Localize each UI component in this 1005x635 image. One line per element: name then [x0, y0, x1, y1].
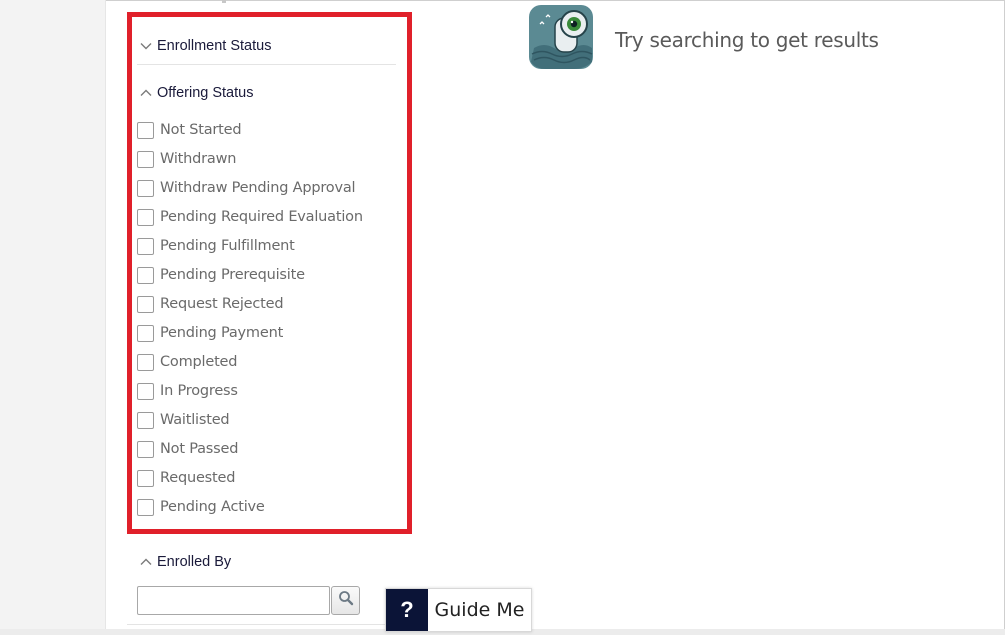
option-requested[interactable]: Requested: [137, 468, 235, 488]
checkbox[interactable]: [137, 440, 154, 458]
option-label: Pending Prerequisite: [160, 267, 305, 283]
checkbox[interactable]: [137, 208, 154, 226]
option-pending-required-evaluation[interactable]: Pending Required Evaluation: [137, 207, 363, 227]
guide-me-label: Guide Me: [434, 599, 525, 621]
option-pending-prerequisite[interactable]: Pending Prerequisite: [137, 265, 305, 285]
option-completed[interactable]: Completed: [137, 352, 237, 372]
option-not-started[interactable]: Not Started: [137, 120, 242, 140]
checkbox[interactable]: [137, 498, 154, 516]
option-label: Waitlisted: [160, 412, 230, 428]
checkbox[interactable]: [137, 121, 154, 139]
guide-me-button[interactable]: ? Guide Me: [385, 588, 532, 632]
section-divider: [137, 64, 396, 65]
option-pending-fulfillment[interactable]: Pending Fulfillment: [137, 236, 295, 256]
checkbox[interactable]: [137, 295, 154, 313]
chevron-up-icon: [138, 86, 154, 100]
checkbox[interactable]: [137, 382, 154, 400]
checkbox[interactable]: [137, 266, 154, 284]
option-not-passed[interactable]: Not Passed: [137, 439, 238, 459]
option-pending-payment[interactable]: Pending Payment: [137, 323, 283, 343]
section-divider: [127, 624, 412, 625]
chevron-down-icon: [138, 39, 154, 53]
option-request-rejected[interactable]: Request Rejected: [137, 294, 284, 314]
checkbox[interactable]: [137, 150, 154, 168]
option-withdraw-pending-approval[interactable]: Withdraw Pending Approval: [137, 178, 356, 198]
option-label: In Progress: [160, 383, 238, 399]
option-label: Withdraw Pending Approval: [160, 180, 356, 196]
option-waitlisted[interactable]: Waitlisted: [137, 410, 230, 430]
option-label: Pending Required Evaluation: [160, 209, 363, 225]
question-mark-icon: ?: [386, 589, 428, 631]
empty-results-message: Try searching to get results: [615, 28, 879, 52]
option-withdrawn[interactable]: Withdrawn: [137, 149, 236, 169]
offering-status-header[interactable]: Offering Status: [138, 85, 253, 101]
checkbox[interactable]: [137, 469, 154, 487]
option-label: Pending Active: [160, 499, 265, 515]
option-pending-active[interactable]: Pending Active: [137, 497, 265, 517]
enrolled-by-input[interactable]: [137, 586, 330, 615]
checkbox[interactable]: [137, 324, 154, 342]
enrollment-status-label: Enrollment Status: [157, 38, 272, 54]
enrolled-by-label: Enrolled By: [157, 554, 232, 570]
checkbox[interactable]: [137, 353, 154, 371]
option-label: Requested: [160, 470, 236, 486]
option-label: Pending Fulfillment: [160, 238, 295, 254]
enrolled-by-header[interactable]: Enrolled By: [138, 554, 231, 570]
option-label: Request Rejected: [160, 296, 284, 312]
magnifier-icon: [338, 590, 354, 611]
option-label: Not Passed: [160, 441, 239, 457]
enrollment-status-header[interactable]: Enrollment Status: [138, 38, 271, 54]
left-gutter: [0, 0, 106, 635]
checkbox[interactable]: [137, 237, 154, 255]
offering-status-label: Offering Status: [157, 85, 254, 101]
checkbox[interactable]: [137, 411, 154, 429]
option-label: Completed: [160, 354, 238, 370]
option-label: Not Started: [160, 122, 242, 138]
enrolled-by-search-button[interactable]: [331, 586, 360, 615]
top-tick: [222, 0, 226, 3]
option-label: Pending Payment: [160, 325, 284, 341]
option-label: Withdrawn: [160, 151, 237, 167]
option-in-progress[interactable]: In Progress: [137, 381, 238, 401]
chevron-up-icon: [138, 555, 154, 569]
checkbox[interactable]: [137, 179, 154, 197]
binoculars-icon: [528, 4, 594, 70]
